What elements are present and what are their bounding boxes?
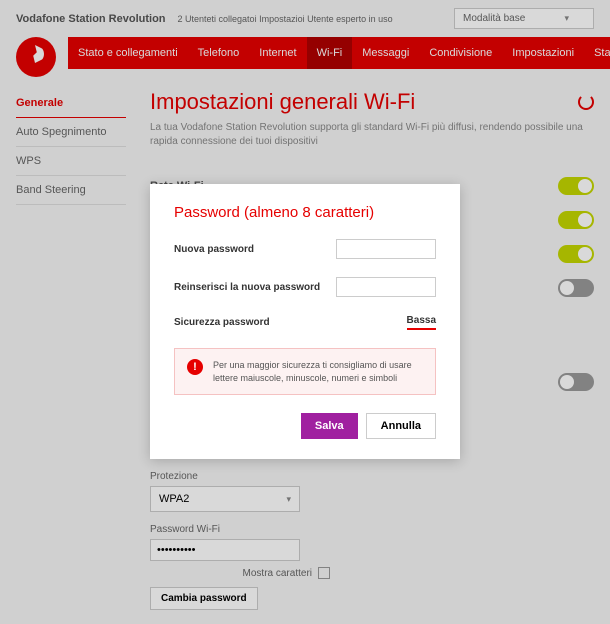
strength-label: Sicurezza password (174, 317, 270, 328)
new-password-row: Nuova password (174, 239, 436, 259)
password-modal: Password (almeno 8 caratteri) Nuova pass… (150, 184, 460, 459)
new-password-label: Nuova password (174, 244, 254, 255)
confirm-password-input[interactable] (336, 277, 436, 297)
modal-actions: Salva Annulla (174, 413, 436, 439)
strength-value: Bassa (407, 315, 436, 330)
new-password-input[interactable] (336, 239, 436, 259)
confirm-password-label: Reinserisci la nuova password (174, 282, 320, 293)
strength-row: Sicurezza password Bassa (174, 315, 436, 330)
confirm-password-row: Reinserisci la nuova password (174, 277, 436, 297)
modal-title: Password (almeno 8 caratteri) (174, 204, 436, 221)
warning-icon: ! (187, 359, 203, 375)
warning-box: ! Per una maggior sicurezza ti consiglia… (174, 348, 436, 395)
save-button[interactable]: Salva (301, 413, 358, 439)
cancel-button[interactable]: Annulla (366, 413, 436, 439)
warning-text: Per una maggior sicurezza ti consigliamo… (213, 359, 423, 384)
